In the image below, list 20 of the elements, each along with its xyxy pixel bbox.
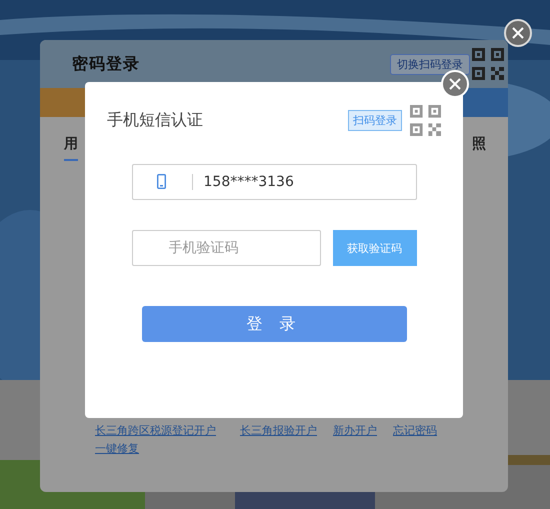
- qr-code-icon[interactable]: [410, 104, 441, 136]
- tab-label[interactable]: 用: [64, 135, 78, 161]
- link[interactable]: 忘记密码: [393, 423, 437, 438]
- phone-icon: [157, 174, 166, 189]
- dialog-title: 手机短信认证: [107, 110, 204, 130]
- scan-login-button[interactable]: 扫码登录: [348, 110, 402, 130]
- login-button[interactable]: 登 录: [142, 306, 406, 342]
- link[interactable]: 长三角跨区税源登记开户: [95, 423, 216, 438]
- code-field[interactable]: 手机验证码: [132, 230, 320, 266]
- qr-code-icon[interactable]: [472, 48, 504, 80]
- get-code-button[interactable]: 获取验证码: [332, 230, 416, 266]
- link[interactable]: 新办开户: [333, 423, 377, 438]
- tab-label[interactable]: 照: [472, 135, 486, 161]
- dialog-title: 密码登录: [72, 54, 141, 74]
- link[interactable]: 一键修复: [95, 441, 139, 456]
- phone-field[interactable]: 158****3136: [132, 164, 416, 200]
- link[interactable]: 长三角报验开户: [240, 423, 317, 438]
- close-icon: [511, 26, 525, 40]
- close-icon: [448, 77, 462, 91]
- switch-scan-login-button[interactable]: 切换扫码登录: [390, 54, 470, 74]
